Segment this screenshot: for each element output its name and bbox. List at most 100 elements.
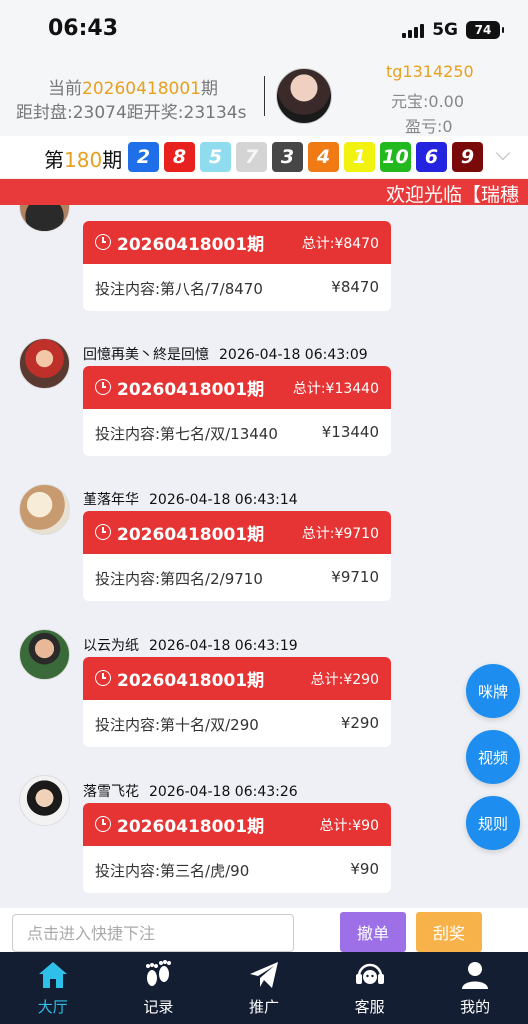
bet-card-header: 20260418001期 总计:¥13440 [83,366,391,409]
bettor-avatar[interactable] [19,629,70,680]
home-icon [36,958,70,992]
announcement-text: 欢迎光临【瑞穗 [386,184,520,205]
bettor-avatar[interactable] [19,205,70,232]
bet-issue: 20260418001期 [117,817,265,837]
bet-amount: ¥8470 [331,278,379,296]
tab-promote[interactable]: 推广 [211,952,317,1024]
result-ball: 1 [344,142,375,172]
quick-bet-bar: 撤单 刮奖 [0,908,528,952]
bettor-name: 回憶再美丶終是回憶 [83,347,209,363]
bet-time: 2026-04-18 06:43:14 [149,492,298,508]
bet-card-body: 投注内容:第八名/7/8470 ¥8470 [83,264,391,311]
status-indicators: 5G 74 [402,20,504,40]
result-issue: 第180期 [44,148,123,172]
tab-hall[interactable]: 大厅 [0,952,106,1024]
footprints-icon [141,958,175,992]
paper-plane-icon [247,958,281,992]
bet-content: 投注内容:第四名/2/9710 [95,570,263,588]
result-ball: 5 [200,142,231,172]
period-number: 20260418001 [82,79,201,99]
network-label: 5G [432,20,458,40]
bet-card-body: 投注内容:第三名/虎/90 ¥90 [83,846,391,893]
balance-text: 元宝:0.00 [391,92,465,111]
bet-amount: ¥13440 [321,423,379,441]
bettor-name: 以云为纸 [83,638,139,654]
bet-amount: ¥290 [340,714,379,732]
countdown-text: 距封盘:23074距开奖:23134s [16,103,247,123]
headset-icon [353,958,387,992]
battery-icon: 74 [466,21,504,39]
bet-card-body: 投注内容:第四名/2/9710 ¥9710 [83,554,391,601]
result-ball: 4 [308,142,339,172]
tab-service[interactable]: 客服 [317,952,423,1024]
quick-bet-input[interactable] [12,914,294,952]
divider [264,76,265,116]
profit-loss-text: 盈亏:0 [405,117,453,136]
tab-records[interactable]: 记录 [106,952,212,1024]
bet-issue: 20260418001期 [117,525,265,545]
bet-total: 总计:¥13440 [292,381,379,397]
bettor-name: 堇落年华 [83,492,139,508]
bet-card-body: 投注内容:第十名/双/290 ¥290 [83,700,391,747]
chevron-down-icon[interactable] [495,145,511,161]
scratch-button[interactable]: 刮奖 [416,912,482,952]
bet-card-body: 投注内容:第七名/双/13440 ¥13440 [83,409,391,456]
tab-mine[interactable]: 我的 [422,952,528,1024]
result-ball: 8 [164,142,195,172]
result-ball: 10 [380,142,411,172]
rules-button[interactable]: 规则 [466,796,520,850]
result-ball: 9 [452,142,483,172]
bet-card-header: 20260418001期 总计:¥290 [83,657,391,700]
bet-card[interactable]: 20260418001期 总计:¥9710 投注内容:第四名/2/9710 ¥9… [83,511,391,601]
bet-amount: ¥90 [350,860,379,878]
announcement-marquee: 欢迎光临【瑞穗 [0,179,528,205]
user-avatar[interactable] [276,68,332,124]
clock-icon [95,379,111,395]
clock-icon [95,524,111,540]
user-icon [458,958,492,992]
video-button[interactable]: 视频 [466,730,520,784]
bettor-avatar[interactable] [19,338,70,389]
bet-total: 总计:¥9710 [301,526,379,542]
bet-issue: 20260418001期 [117,235,265,255]
username: tg1314250 [386,62,474,81]
bet-total: 总计:¥8470 [301,236,379,252]
bet-issue: 20260418001期 [117,380,265,400]
bet-card-header: 20260418001期 总计:¥9710 [83,511,391,554]
bet-content: 投注内容:第三名/虎/90 [95,862,250,880]
bet-content: 投注内容:第八名/7/8470 [95,280,263,298]
status-bar: 06:43 5G 74 [0,0,528,58]
tab-label: 大厅 [37,998,68,1016]
signal-icon [402,22,425,38]
bet-content: 投注内容:第十名/双/290 [95,716,259,734]
bet-amount: ¥9710 [331,568,379,586]
bet-card[interactable]: 20260418001期 总计:¥8470 投注内容:第八名/7/8470 ¥8… [83,221,391,311]
tab-label: 推广 [248,998,279,1016]
bet-time: 2026-04-18 06:43:09 [219,347,368,363]
bet-card[interactable]: 20260418001期 总计:¥13440 投注内容:第七名/双/13440 … [83,366,391,456]
bet-issue: 20260418001期 [117,671,265,691]
bet-card[interactable]: 20260418001期 总计:¥290 投注内容:第十名/双/290 ¥290 [83,657,391,747]
bet-feed[interactable]: 20260418001期 总计:¥8470 投注内容:第八名/7/8470 ¥8… [0,205,528,908]
result-ball: 3 [272,142,303,172]
bettor-meta: 堇落年华 2026-04-18 06:43:14 [83,489,298,509]
bet-total: 总计:¥290 [310,672,379,688]
latest-result-bar[interactable]: 第180期 2 8 5 7 3 4 1 10 6 9 [0,136,528,178]
card-squeeze-button[interactable]: 咪牌 [466,664,520,718]
cancel-bet-button[interactable]: 撤单 [340,912,406,952]
bet-card[interactable]: 20260418001期 总计:¥90 投注内容:第三名/虎/90 ¥90 [83,803,391,893]
bottom-tab-bar: 大厅 记录 推广 客服 我的 [0,952,528,1024]
bettor-meta: 回憶再美丶終是回憶 2026-04-18 06:43:09 [83,344,368,364]
bet-time: 2026-04-18 06:43:19 [149,638,298,654]
result-ball: 7 [236,142,267,172]
bet-content: 投注内容:第七名/双/13440 [95,425,278,443]
current-period: 当前20260418001期 [48,79,218,99]
bet-time: 2026-04-18 06:43:26 [149,784,298,800]
bettor-avatar[interactable] [19,775,70,826]
lottery-header: 当前20260418001期 距封盘:23074距开奖:23134s tg131… [0,58,528,136]
bettor-name: 落雪飞花 [83,784,139,800]
tab-label: 客服 [354,998,385,1016]
clock-icon [95,816,111,832]
clock-icon [95,670,111,686]
bettor-avatar[interactable] [19,484,70,535]
